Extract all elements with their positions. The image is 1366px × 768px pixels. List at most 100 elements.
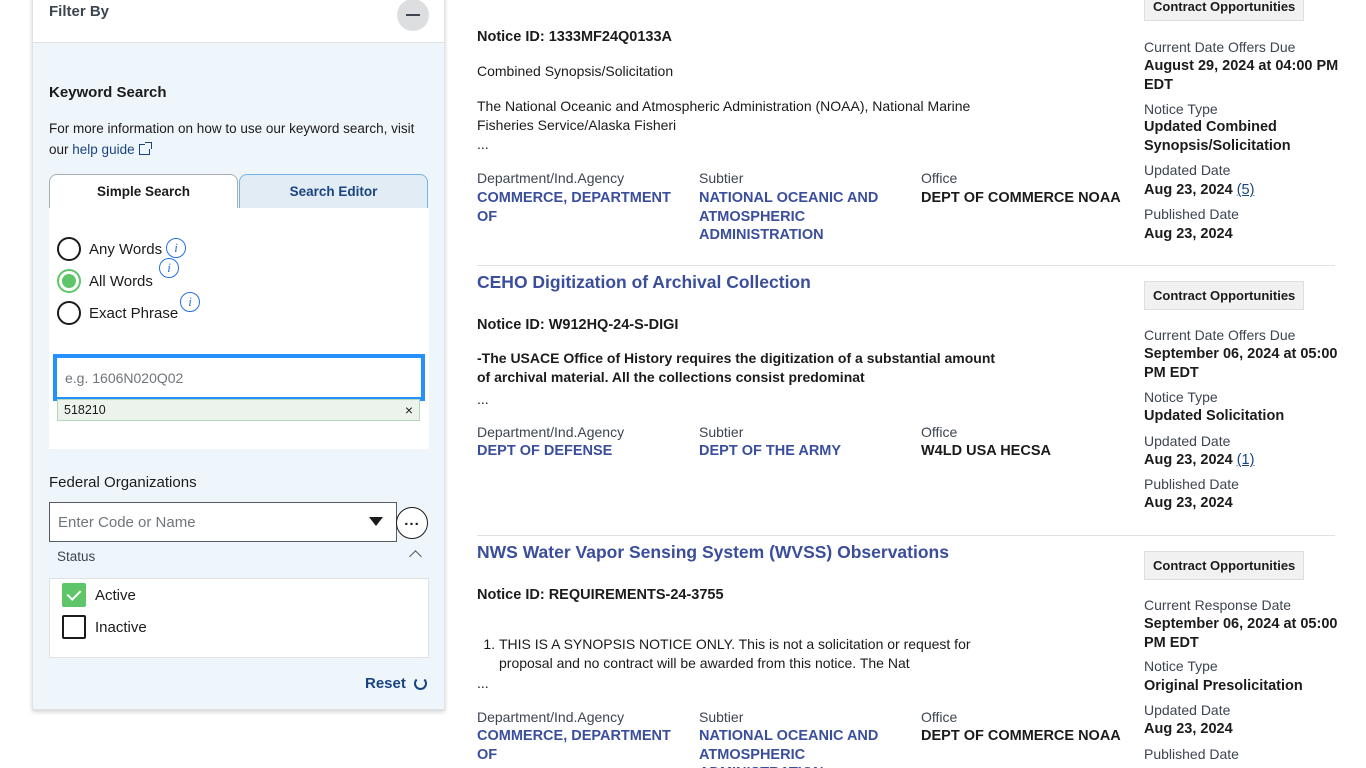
federal-organization-input[interactable] (49, 502, 397, 542)
published-date-value: Aug 23, 2024 (1144, 226, 1233, 242)
notice-type-value: Updated Combined Synopsis/Solicitation (1144, 119, 1291, 154)
checkbox-box-checked[interactable] (62, 583, 86, 607)
published-date-label: Published Date (1144, 476, 1239, 492)
updated-date-text: Aug 23, 2024 (1144, 182, 1233, 198)
chevron-up-icon[interactable] (409, 550, 422, 563)
updated-date-label: Updated Date (1144, 702, 1231, 718)
notice-id: Notice ID: 1333MF24Q0133A (477, 29, 673, 45)
keyword-search-input[interactable] (53, 354, 425, 401)
office-label: Office (921, 170, 958, 186)
office-label: Office (921, 709, 958, 725)
department-label: Department/Ind.Agency (477, 170, 625, 186)
simple-search-panel: Any Words i All Words i Exact Phrase i 5… (49, 208, 429, 449)
updated-date-value: Aug 23, 2024 (1) (1144, 451, 1344, 470)
tab-simple-search[interactable]: Simple Search (49, 174, 238, 209)
reset-button[interactable]: Reset (365, 675, 427, 692)
filter-sidebar: Filter By Keyword Search For more inform… (32, 0, 445, 710)
result-type-tag: Contract Opportunities (1144, 551, 1305, 580)
notice-type-value: Original Presolicitation (1144, 678, 1303, 694)
search-mode-tabs: Simple Search Search Editor (49, 174, 429, 209)
status-label[interactable]: Status (57, 549, 95, 564)
updated-date-text: Aug 23, 2024 (1144, 452, 1233, 468)
response-date-label: Current Response Date (1144, 597, 1292, 613)
radio-label[interactable]: All Words (89, 273, 153, 290)
result-divider (477, 535, 1335, 536)
department-link[interactable]: COMMERCE, DEPARTMENT OF (477, 189, 677, 226)
department-label: Department/Ind.Agency (477, 424, 625, 440)
tab-search-editor[interactable]: Search Editor (239, 174, 428, 209)
subtier-link[interactable]: NATIONAL OCEANIC AND ATMOSPHERIC ADMINIS… (699, 189, 889, 245)
radio-label[interactable]: Exact Phrase (89, 305, 178, 322)
all-words-info-icon[interactable]: i (159, 258, 179, 278)
any-words-info-icon[interactable]: i (166, 238, 186, 258)
help-guide-link[interactable]: help guide (72, 142, 152, 157)
notice-id: Notice ID: W912HQ-24-S-DIGI (477, 317, 679, 333)
radio-circle-checked[interactable] (57, 269, 81, 293)
notice-type-label: Notice Type (1144, 101, 1218, 117)
help-guide-label[interactable]: help guide (72, 142, 134, 157)
filter-header: Filter By (33, 0, 444, 43)
result-title-link[interactable]: NWS Water Vapor Sensing System (WVSS) Ob… (477, 542, 949, 563)
remove-chip-icon[interactable]: × (405, 400, 413, 420)
checkbox-label[interactable]: Active (95, 587, 136, 604)
notice-type-value: Updated Solicitation (1144, 408, 1285, 424)
checkbox-box[interactable] (62, 615, 86, 639)
update-count-link[interactable]: (1) (1237, 452, 1255, 468)
notice-id: Notice ID: REQUIREMENTS-24-3755 (477, 587, 724, 603)
department-link[interactable]: DEPT OF DEFENSE (477, 442, 677, 461)
result-type-tag: Contract Opportunities (1144, 0, 1305, 21)
reset-icon[interactable] (413, 677, 427, 690)
updated-date-value: Aug 23, 2024 (5) (1144, 181, 1344, 200)
notice-type-line: Combined Synopsis/Solicitation (477, 63, 674, 79)
keyword-search-title: Keyword Search (49, 84, 167, 101)
status-panel: Active Inactive (49, 578, 429, 658)
updated-date-label: Updated Date (1144, 162, 1231, 178)
result-description: -The USACE Office of History requires th… (477, 350, 996, 385)
description-ellipsis: ... (477, 136, 489, 152)
subtier-label: Subtier (699, 709, 744, 725)
reset-label[interactable]: Reset (365, 675, 406, 692)
collapse-filters-button[interactable] (397, 0, 429, 31)
checkbox-inactive[interactable]: Inactive (62, 615, 147, 639)
radio-any-words[interactable]: Any Words (57, 236, 162, 262)
radio-exact-phrase[interactable]: Exact Phrase (57, 300, 178, 326)
radio-all-words[interactable]: All Words (57, 268, 153, 294)
caret-down-icon[interactable] (369, 517, 383, 526)
radio-label[interactable]: Any Words (89, 241, 162, 258)
radio-circle[interactable] (57, 237, 81, 261)
result-type-tag: Contract Opportunities (1144, 281, 1305, 310)
federal-organizations-title: Federal Organizations (49, 474, 197, 491)
subtier-label: Subtier (699, 424, 744, 440)
notice-type-label: Notice Type (1144, 389, 1218, 405)
subtier-link[interactable]: DEPT OF THE ARMY (699, 442, 889, 461)
result-title-link[interactable]: CEHO Digitization of Archival Collection (477, 272, 811, 293)
due-date-value: August 29, 2024 at 04:00 PM EDT (1144, 58, 1339, 93)
published-date-label: Published Date (1144, 746, 1239, 762)
external-link-icon (138, 142, 152, 155)
response-date-value: September 06, 2024 at 05:00 PM EDT (1144, 616, 1338, 651)
office-value: DEPT OF COMMERCE NOAA (921, 190, 1121, 206)
checkbox-active[interactable]: Active (62, 583, 136, 607)
due-date-label: Current Date Offers Due (1144, 39, 1296, 55)
department-link[interactable]: COMMERCE, DEPARTMENT OF (477, 727, 677, 764)
updated-date-value: Aug 23, 2024 (1144, 721, 1233, 737)
checkbox-label[interactable]: Inactive (95, 619, 147, 636)
update-count-link[interactable]: (5) (1237, 182, 1255, 198)
office-value: DEPT OF COMMERCE NOAA (921, 728, 1121, 744)
published-date-label: Published Date (1144, 206, 1239, 222)
keyword-search-description: For more information on how to use our k… (49, 118, 434, 160)
keyword-chip: 518210 × (57, 399, 420, 421)
office-value: W4LD USA HECSA (921, 443, 1051, 459)
subtier-link[interactable]: NATIONAL OCEANIC AND ATMOSPHERIC ADMINIS… (699, 727, 889, 768)
published-date-value: Aug 23, 2024 (1144, 495, 1233, 511)
due-date-label: Current Date Offers Due (1144, 327, 1296, 343)
result-description: THIS IS A SYNOPSIS NOTICE ONLY. This is … (499, 635, 1003, 673)
result-divider (477, 265, 1335, 266)
description-ellipsis: ... (477, 391, 489, 407)
radio-circle[interactable] (57, 301, 81, 325)
more-options-button[interactable]: ... (396, 507, 428, 539)
department-label: Department/Ind.Agency (477, 709, 625, 725)
office-label: Office (921, 424, 958, 440)
exact-phrase-info-icon[interactable]: i (180, 292, 200, 312)
updated-date-label: Updated Date (1144, 433, 1231, 449)
